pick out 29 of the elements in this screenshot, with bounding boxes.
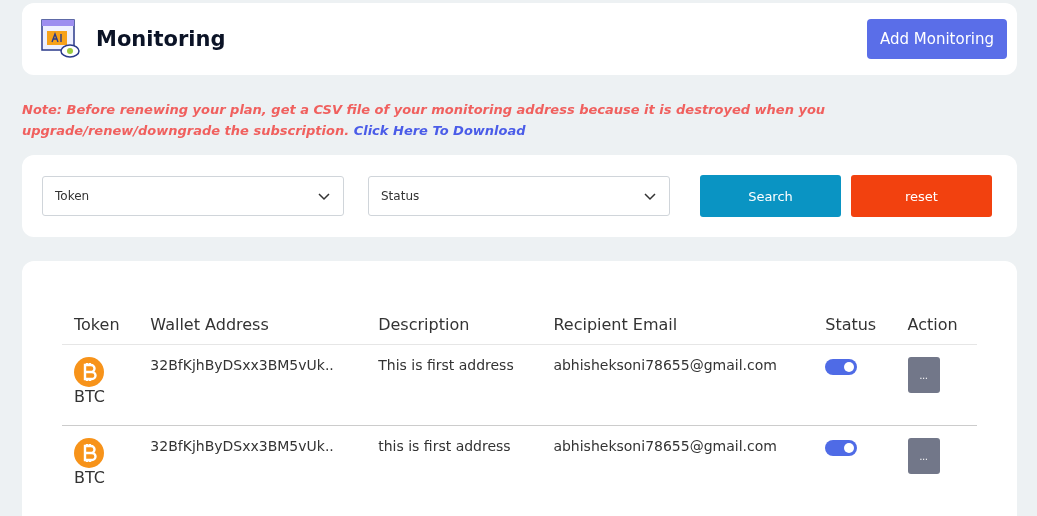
- add-monitoring-button[interactable]: Add Monitoring: [866, 19, 1007, 59]
- monitoring-logo-icon: [40, 18, 82, 60]
- wallet-address: 32BfKjhByDSxx3BM5vUk..: [150, 438, 334, 454]
- token-name: BTC: [74, 387, 105, 406]
- description: this is first address: [378, 438, 511, 454]
- description: This is first address: [378, 357, 514, 373]
- bitcoin-icon: [74, 438, 104, 468]
- column-header: Recipient Email: [553, 315, 678, 334]
- search-button[interactable]: Search: [700, 175, 841, 217]
- dropdown[interactable]: Status: [368, 176, 670, 216]
- column-header: Action: [907, 315, 958, 334]
- dropdown[interactable]: Token: [42, 176, 344, 216]
- recipient-email: abhisheksoni78655@gmail.com: [553, 357, 777, 373]
- action-button[interactable]: ...: [907, 357, 940, 393]
- note-text: Note: Before renewing your plan, get a CSV file of your monitoring address because it is destroyed when you upgrade/renew/downgrade the subscription. Click Here To Download: [22, 101, 827, 140]
- status-toggle[interactable]: [825, 440, 858, 456]
- wallet-address: 32BfKjhByDSxx3BM5vUk..: [150, 357, 334, 373]
- action-button[interactable]: ...: [907, 438, 940, 474]
- column-header: Status: [825, 315, 877, 334]
- column-header: Token: [74, 315, 120, 334]
- status-toggle[interactable]: [825, 359, 858, 375]
- recipient-email: abhisheksoni78655@gmail.com: [553, 438, 777, 454]
- bitcoin-icon: [74, 357, 104, 387]
- column-header: Description: [378, 315, 470, 334]
- reset-button[interactable]: reset: [851, 175, 992, 217]
- page-title: Monitoring: [96, 27, 227, 51]
- download-link[interactable]: Click Here To Download: [353, 123, 526, 138]
- column-header: Wallet Address: [150, 315, 269, 334]
- token-name: BTC: [74, 468, 105, 487]
